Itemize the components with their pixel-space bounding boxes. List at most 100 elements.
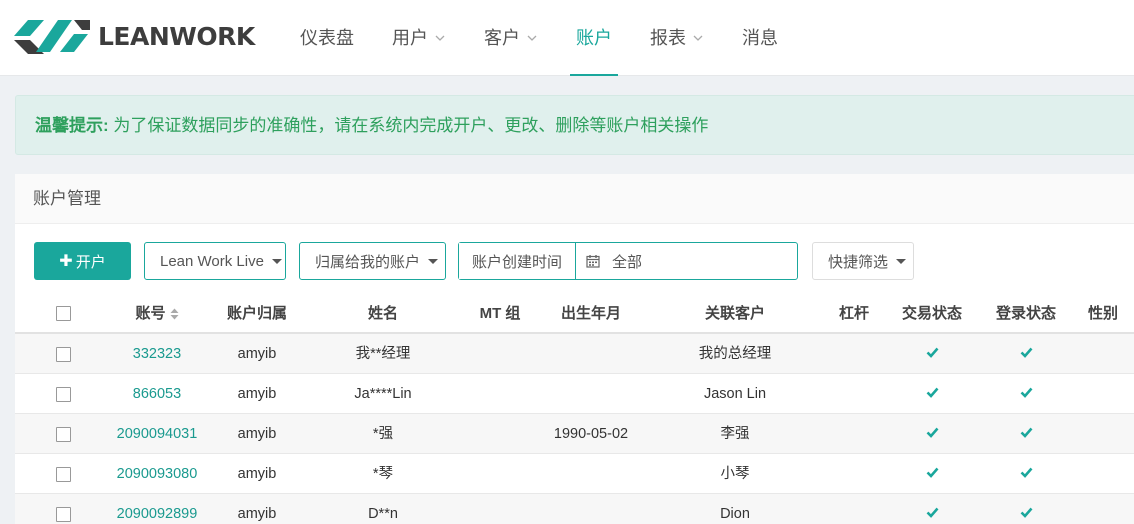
check-icon xyxy=(926,467,938,478)
nav-item-label: 账户 xyxy=(576,28,612,48)
nav-item-3[interactable]: 账户 xyxy=(570,0,618,76)
row-checkbox[interactable] xyxy=(56,467,71,482)
caret-down-icon xyxy=(896,258,907,264)
cell-name: *强 xyxy=(372,426,394,442)
nav-item-5[interactable]: 消息 xyxy=(742,0,778,76)
chevron-down-icon xyxy=(693,35,703,41)
notice-title: 温馨提示: xyxy=(35,116,109,135)
brand-logo[interactable]: LEANWORK xyxy=(14,14,255,58)
cell-gender xyxy=(1048,414,1134,454)
notice-alert: 温馨提示: 为了保证数据同步的准确性，请在系统内完成开户、更改、删除等账户相关操… xyxy=(15,95,1134,155)
account-link[interactable]: 2090093080 xyxy=(102,454,212,494)
column-header-label: MT 组 xyxy=(479,305,521,322)
cell-client: 我的总经理 xyxy=(698,346,772,362)
plus-icon: ✚ xyxy=(59,253,73,270)
cell-name: D**n xyxy=(368,506,398,522)
check-icon xyxy=(926,347,938,358)
column-header-label: 账号 xyxy=(135,305,166,322)
table-row[interactable]: 332323 amyib 我**经理 我的总经理 xyxy=(15,334,1134,374)
check-icon xyxy=(926,507,938,518)
account-link[interactable]: 2090092899 xyxy=(102,494,212,524)
caret-down-icon xyxy=(271,258,282,264)
column-header-label: 关联客户 xyxy=(704,305,765,322)
nav-item-label: 客户 xyxy=(484,28,520,48)
created-date-input[interactable]: 全部 xyxy=(576,243,797,279)
check-icon xyxy=(1020,467,1032,478)
column-header-label: 登录状态 xyxy=(995,305,1056,322)
column-header-label: 出生年月 xyxy=(560,305,621,322)
platform-dropdown-value: Lean Work Live xyxy=(160,252,264,270)
nav-item-4[interactable]: 报表 xyxy=(650,0,704,76)
cell-owner: amyib xyxy=(237,466,277,482)
column-header-label: 性别 xyxy=(1087,305,1118,322)
sort-icon[interactable] xyxy=(170,308,179,320)
open-account-label: 开户 xyxy=(75,253,106,271)
caret-down-icon xyxy=(428,258,439,264)
cell-gender xyxy=(1048,334,1134,374)
main-nav: 仪表盘 用户 客户 账户 报表 消息 xyxy=(300,0,816,76)
account-link[interactable]: 866053 xyxy=(102,374,212,414)
column-header[interactable]: 账号 xyxy=(102,294,212,334)
check-icon xyxy=(926,387,938,398)
cell-name: *琴 xyxy=(372,466,394,482)
cell-name: 我**经理 xyxy=(355,346,411,362)
open-account-button[interactable]: ✚ 开户 xyxy=(34,242,131,280)
brand-name: LEANWORK xyxy=(98,21,255,51)
column-header: 账户归属 xyxy=(202,294,312,334)
cell-owner: amyib xyxy=(237,346,277,362)
cell-gender xyxy=(1048,454,1134,494)
quick-filter-dropdown[interactable]: 快捷筛选 xyxy=(812,242,914,280)
quick-filter-label: 快捷筛选 xyxy=(828,253,889,271)
select-all-checkbox[interactable] xyxy=(56,306,71,321)
row-checkbox[interactable] xyxy=(56,507,71,522)
cell-owner: amyib xyxy=(237,426,277,442)
column-header-label: 账户归属 xyxy=(226,305,287,322)
row-checkbox[interactable] xyxy=(56,347,71,362)
created-date-label: 账户创建时间 xyxy=(459,243,576,279)
nav-item-label: 仪表盘 xyxy=(300,28,354,48)
check-icon xyxy=(1020,427,1032,438)
check-icon xyxy=(1020,347,1032,358)
cell-birth xyxy=(536,494,646,524)
cell-client: 李强 xyxy=(720,426,750,442)
owner-dropdown-value: 归属给我的账户 xyxy=(315,253,421,271)
check-icon xyxy=(926,427,938,438)
created-date-filter[interactable]: 账户创建时间 全部 xyxy=(458,242,798,280)
cell-gender xyxy=(1048,494,1134,524)
owner-dropdown[interactable]: 归属给我的账户 xyxy=(299,242,446,280)
cell-birth: 1990-05-02 xyxy=(553,426,629,442)
nav-item-2[interactable]: 客户 xyxy=(484,0,538,76)
cell-birth xyxy=(536,374,646,414)
nav-item-label: 消息 xyxy=(742,28,778,48)
account-panel: 账户管理 ✚ 开户 Lean Work Live 归属给我的账户 账户创建时间 … xyxy=(15,174,1134,524)
nav-item-1[interactable]: 用户 xyxy=(392,0,446,76)
row-checkbox[interactable] xyxy=(56,427,71,442)
cell-owner: amyib xyxy=(237,386,277,402)
nav-item-label: 报表 xyxy=(650,28,686,48)
cell-birth xyxy=(536,334,646,374)
table-row[interactable]: 2090094031 amyib *强 1990-05-02 李强 xyxy=(15,414,1134,454)
cell-client: Dion xyxy=(720,506,750,522)
table-row[interactable]: 2090092899 amyib D**n Dion xyxy=(15,494,1134,524)
column-header: 性别 xyxy=(1048,294,1134,334)
cell-birth xyxy=(536,454,646,494)
cell-owner: amyib xyxy=(237,506,277,522)
platform-dropdown[interactable]: Lean Work Live xyxy=(144,242,286,280)
account-link[interactable]: 2090094031 xyxy=(102,414,212,454)
nav-item-0[interactable]: 仪表盘 xyxy=(300,0,354,76)
check-icon xyxy=(1020,507,1032,518)
column-header-label: 姓名 xyxy=(367,305,398,322)
table-row[interactable]: 866053 amyib Ja****Lin Jason Lin xyxy=(15,374,1134,414)
chevron-down-icon xyxy=(527,35,537,41)
account-link[interactable]: 332323 xyxy=(102,334,212,374)
top-header: LEANWORK 仪表盘 用户 客户 账户 报表 消息 xyxy=(0,0,1134,76)
column-header-label: 杠杆 xyxy=(838,305,869,322)
cell-client: 小琴 xyxy=(720,466,750,482)
table-row[interactable]: 2090093080 amyib *琴 小琴 xyxy=(15,454,1134,494)
cell-client: Jason Lin xyxy=(703,386,767,402)
check-icon xyxy=(1020,387,1032,398)
row-checkbox[interactable] xyxy=(56,387,71,402)
nav-item-label: 用户 xyxy=(392,28,428,48)
calendar-icon xyxy=(586,255,600,268)
cell-name: Ja****Lin xyxy=(354,386,412,402)
